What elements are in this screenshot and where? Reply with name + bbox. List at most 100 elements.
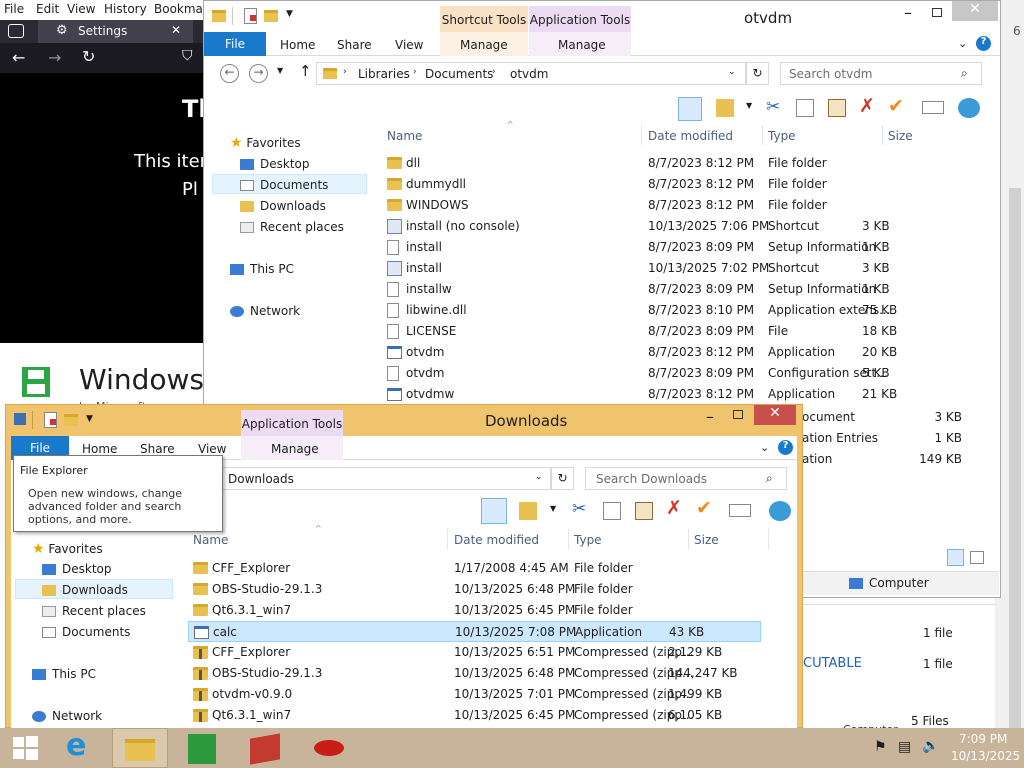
qat-dropdown-icon[interactable]: ▼ bbox=[86, 414, 93, 424]
tab-manage-shortcut[interactable]: Manage bbox=[460, 38, 508, 52]
paste-icon[interactable] bbox=[828, 99, 846, 117]
globe-icon[interactable] bbox=[769, 501, 791, 521]
ribbon-collapse-icon[interactable]: ⌄ bbox=[958, 37, 967, 50]
store-icon[interactable] bbox=[180, 728, 236, 768]
nav-recent[interactable]: Recent places bbox=[42, 604, 146, 618]
file-row[interactable]: dll 8/7/2023 8:12 PM File folder bbox=[382, 153, 955, 174]
tab-file[interactable]: File bbox=[204, 32, 266, 56]
file-row[interactable]: otvdm 8/7/2023 8:09 PM Configuration sett.… bbox=[382, 363, 955, 384]
file-row[interactable]: Qt6.3.1_win7 10/13/2025 6:45 PM File folde… bbox=[188, 600, 761, 621]
menu-bookmarks[interactable]: Bookmar bbox=[154, 2, 208, 16]
start-button[interactable] bbox=[0, 728, 56, 768]
pepper-icon[interactable] bbox=[300, 728, 356, 768]
menu-edit[interactable]: Edit bbox=[36, 2, 59, 16]
ctx-tab-application-tools[interactable]: Application Tools bbox=[529, 6, 631, 32]
delete-icon[interactable]: ✗ bbox=[859, 95, 875, 117]
tab-share[interactable]: Share bbox=[140, 442, 175, 456]
crumb-libraries[interactable]: Libraries bbox=[358, 67, 410, 81]
col-name[interactable]: Name bbox=[193, 533, 228, 547]
refresh-icon[interactable]: ↻ bbox=[746, 62, 769, 85]
nav-this-pc[interactable]: This PC bbox=[230, 262, 294, 276]
col-name[interactable]: Name bbox=[387, 129, 422, 143]
details-view-icon[interactable] bbox=[947, 549, 964, 566]
up-icon[interactable]: ↑ bbox=[299, 62, 312, 80]
nav-documents[interactable]: Documents bbox=[42, 625, 130, 639]
crumb-otvdm[interactable]: otvdm bbox=[510, 67, 548, 81]
browser-scrollbar[interactable] bbox=[1009, 188, 1021, 728]
tab-settings[interactable]: ⚙ Settings ✕ bbox=[38, 20, 193, 43]
reload-icon[interactable]: ↻ bbox=[82, 47, 95, 66]
file-row[interactable]: OBS-Studio-29.1.3 10/13/2025 6:48 PM Compr… bbox=[188, 663, 761, 684]
col-date[interactable]: Date modified bbox=[454, 533, 539, 547]
nav-documents[interactable]: Documents bbox=[240, 178, 328, 192]
file-row[interactable]: CFF_Explorer 1/17/2008 4:45 AM File folder bbox=[188, 558, 761, 579]
file-row[interactable]: LICENSE 8/7/2023 8:09 PM File 18 KB bbox=[382, 321, 955, 342]
file-row[interactable]: dummydll 8/7/2023 8:12 PM File folder bbox=[382, 174, 955, 195]
tab-view[interactable]: View bbox=[395, 38, 423, 52]
large-icons-view-icon[interactable] bbox=[970, 551, 984, 564]
address-dropdown-icon[interactable]: ⌄ bbox=[535, 472, 543, 482]
flag-icon[interactable]: ⚑ bbox=[874, 739, 887, 755]
col-type[interactable]: Type bbox=[768, 129, 796, 143]
close-button[interactable]: ✕ bbox=[952, 1, 998, 21]
nav-this-pc[interactable]: This PC bbox=[32, 667, 96, 681]
qat-dropdown-icon[interactable]: ▼ bbox=[286, 9, 293, 19]
layout-pane-icon[interactable] bbox=[481, 498, 507, 524]
minimize-button[interactable]: – bbox=[706, 407, 714, 426]
shield-icon[interactable]: ⛉ bbox=[182, 48, 193, 64]
nav-favorites[interactable]: ★ Favorites bbox=[230, 135, 301, 151]
file-row[interactable]: otvdmw 8/7/2023 8:12 PM Application 21 KB bbox=[382, 384, 955, 405]
tab-manage-app[interactable]: Manage bbox=[558, 38, 606, 52]
volume-icon[interactable]: 🔈 bbox=[922, 738, 939, 754]
file-row[interactable]: OBS-Studio-29.1.3 10/13/2025 6:48 PM File … bbox=[188, 579, 761, 600]
layout-pane-icon[interactable] bbox=[678, 97, 702, 121]
ctx-tab-shortcut-tools[interactable]: Shortcut Tools bbox=[440, 6, 528, 32]
cut-icon[interactable]: ✂ bbox=[766, 97, 780, 117]
search-box[interactable]: Search otvdm ⌕ bbox=[780, 62, 982, 85]
tab-manage[interactable]: Manage bbox=[271, 442, 319, 456]
rename-icon[interactable]: ✔ bbox=[696, 497, 712, 519]
col-type[interactable]: Type bbox=[574, 533, 602, 547]
help-icon[interactable]: ? bbox=[976, 36, 991, 51]
properties-icon[interactable] bbox=[729, 504, 751, 517]
rename-icon[interactable]: ✔ bbox=[888, 95, 904, 117]
nav-downloads[interactable]: Downloads bbox=[42, 583, 128, 597]
search-icon[interactable]: ⌕ bbox=[961, 66, 968, 81]
file-row[interactable]: install 10/13/2025 7:02 PM Shortcut 3 KB bbox=[382, 258, 955, 279]
delete-icon[interactable]: ✗ bbox=[666, 497, 682, 519]
view-dropdown-icon[interactable]: ▼ bbox=[550, 504, 556, 513]
app-red-box-icon[interactable] bbox=[238, 728, 294, 768]
properties-icon[interactable] bbox=[244, 8, 257, 24]
back-icon[interactable]: ← bbox=[12, 48, 25, 67]
copy-icon[interactable] bbox=[796, 99, 814, 117]
file-row[interactable]: otvdm-v0.9.0 10/13/2025 7:01 PM Compressed… bbox=[188, 684, 761, 705]
file-row[interactable]: WINDOWS 8/7/2023 8:12 PM File folder bbox=[382, 195, 955, 216]
file-row[interactable]: Qt6.3.1_win7 10/13/2025 6:45 PM Compressed… bbox=[188, 705, 761, 726]
file-row[interactable]: install 8/7/2023 8:09 PM Setup Information… bbox=[382, 237, 955, 258]
file-explorer-icon[interactable] bbox=[112, 728, 168, 768]
nav-downloads[interactable]: Downloads bbox=[240, 199, 326, 213]
file-row[interactable]: installw 8/7/2023 8:09 PM Setup Informatio… bbox=[382, 279, 955, 300]
crumb-downloads[interactable]: Downloads bbox=[228, 472, 294, 486]
address-bar[interactable]: › Libraries › Documents › otvdm ⌄ bbox=[316, 62, 746, 85]
nav-recent[interactable]: Recent places bbox=[240, 220, 344, 234]
forward-icon[interactable]: → bbox=[48, 48, 61, 67]
clock-time[interactable]: 7:09 PM bbox=[959, 732, 1007, 746]
col-size[interactable]: Size bbox=[694, 533, 719, 547]
search-box[interactable]: Search Downloads ⌕ bbox=[585, 467, 787, 490]
tab-home[interactable]: Home bbox=[280, 38, 315, 52]
tab-list-icon[interactable] bbox=[8, 24, 24, 38]
col-size[interactable]: Size bbox=[888, 129, 913, 143]
new-folder-icon[interactable] bbox=[64, 414, 78, 426]
back-icon[interactable]: ← bbox=[220, 64, 239, 83]
tab-view[interactable]: View bbox=[198, 442, 226, 456]
ctx-tab-application-tools[interactable]: Application Tools bbox=[241, 410, 343, 436]
minimize-button[interactable]: – bbox=[904, 3, 912, 22]
network-tray-icon[interactable]: ▤ bbox=[898, 739, 911, 755]
maximize-button[interactable] bbox=[733, 410, 743, 419]
crumb-documents[interactable]: Documents bbox=[425, 67, 493, 81]
file-row[interactable]: libwine.dll 8/7/2023 8:10 PM Application e… bbox=[382, 300, 955, 321]
address-bar[interactable]: Downloads ⌄ bbox=[221, 467, 551, 490]
file-row[interactable]: CFF_Explorer 10/13/2025 6:51 PM Compressed… bbox=[188, 642, 761, 663]
menu-file[interactable]: File bbox=[4, 2, 24, 16]
